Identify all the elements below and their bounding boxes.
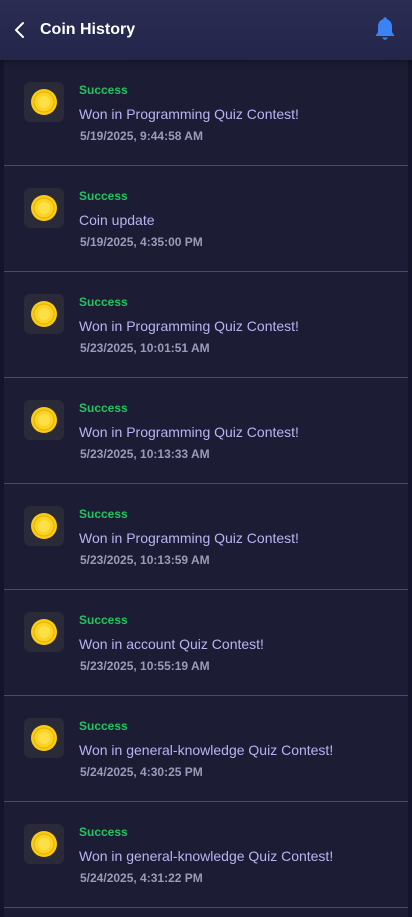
transaction-item: Success Won in Programming Quiz Contest!… (4, 60, 408, 166)
coin-icon-box (24, 506, 64, 546)
status-badge: Success (79, 189, 128, 203)
transaction-description: Coin update (79, 212, 155, 228)
coin-icon-box (24, 188, 64, 228)
coin-icon (31, 301, 57, 327)
coin-icon-box (24, 400, 64, 440)
transaction-item: Success Won in general-knowledge Quiz Co… (4, 802, 408, 908)
transaction-item: Success Won in Programming Quiz Contest!… (4, 484, 408, 590)
transaction-timestamp: 5/23/2025, 10:55:19 AM (80, 659, 210, 673)
transaction-timestamp: 5/19/2025, 9:44:58 AM (80, 129, 203, 143)
back-button[interactable] (8, 18, 32, 42)
status-badge: Success (79, 83, 128, 97)
coin-icon (31, 89, 57, 115)
coin-icon (31, 513, 57, 539)
bell-icon (375, 17, 395, 40)
transaction-description: Won in Programming Quiz Contest! (79, 106, 299, 122)
transaction-list: Success Won in Programming Quiz Contest!… (4, 60, 408, 917)
transaction-description: Won in general-knowledge Quiz Contest! (79, 742, 334, 758)
coin-icon-box (24, 824, 64, 864)
coin-icon (31, 407, 57, 433)
coin-icon-box (24, 718, 64, 758)
app-header: Coin History (0, 0, 412, 60)
transaction-timestamp: 5/24/2025, 4:31:22 PM (80, 871, 203, 885)
coin-icon (31, 195, 57, 221)
notifications-button[interactable] (372, 16, 398, 44)
status-badge: Success (79, 719, 128, 733)
status-badge: Success (79, 295, 128, 309)
status-badge: Success (79, 825, 128, 839)
status-badge: Success (79, 401, 128, 415)
transaction-description: Won in Programming Quiz Contest! (79, 530, 299, 546)
coin-icon-box (24, 82, 64, 122)
coin-icon-box (24, 612, 64, 652)
page-title: Coin History (40, 21, 136, 38)
transaction-description: Won in account Quiz Contest! (79, 636, 264, 652)
transaction-item: Success Coin update 5/19/2025, 4:35:00 P… (4, 166, 408, 272)
transaction-item: Success Won in Programming Quiz Contest!… (4, 378, 408, 484)
transaction-timestamp: 5/23/2025, 10:01:51 AM (80, 341, 210, 355)
coin-icon-box (24, 294, 64, 334)
status-badge: Success (79, 507, 128, 521)
transaction-timestamp: 5/19/2025, 4:35:00 PM (80, 235, 203, 249)
transaction-item: Success Won in general-knowledge Quiz Co… (4, 696, 408, 802)
coin-icon (31, 725, 57, 751)
transaction-timestamp: 5/24/2025, 4:30:25 PM (80, 765, 203, 779)
transaction-item: Success Won in Programming Quiz Contest!… (4, 272, 408, 378)
transaction-description: Won in general-knowledge Quiz Contest! (79, 848, 334, 864)
status-badge: Success (79, 613, 128, 627)
transaction-timestamp: 5/23/2025, 10:13:59 AM (80, 553, 210, 567)
transaction-description: Won in Programming Quiz Contest! (79, 424, 299, 440)
chevron-left-icon (15, 22, 24, 38)
transaction-description: Won in Programming Quiz Contest! (79, 318, 299, 334)
coin-icon (31, 619, 57, 645)
transaction-item: Success Won in account Quiz Contest! 5/2… (4, 590, 408, 696)
coin-history-screen: Coin History Success Won in Programming … (0, 0, 412, 917)
transaction-timestamp: 5/23/2025, 10:13:33 AM (80, 447, 210, 461)
coin-icon (31, 831, 57, 857)
